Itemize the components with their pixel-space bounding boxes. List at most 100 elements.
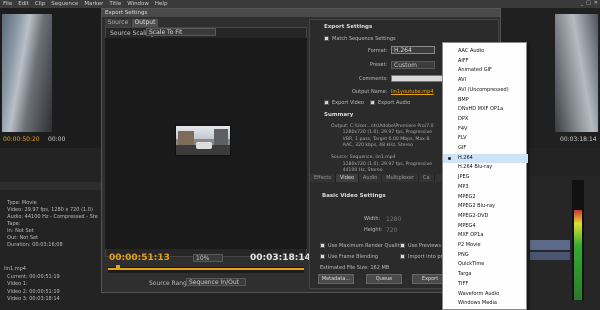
menu-bar: File Edit Clip Sequence Marker Title Window Hel…	[0, 0, 600, 8]
comments-field[interactable]	[391, 75, 443, 82]
format-option[interactable]: AVI	[443, 76, 528, 85]
format-option[interactable]: DPX	[443, 115, 528, 124]
format-option-label: Windows Media	[458, 300, 497, 307]
format-option[interactable]: MPEG2 Blu-ray	[443, 202, 528, 211]
output-name-label: Output Name:	[352, 89, 388, 95]
format-option-label: MXF OP1a	[458, 232, 484, 239]
tab-audio[interactable]: Audio	[359, 174, 383, 182]
basic-video-settings-heading[interactable]: Basic Video Settings	[322, 193, 386, 199]
menu-window[interactable]: Window	[127, 1, 149, 7]
zoom-select[interactable]: 10%	[193, 254, 223, 262]
format-option-label: H.264 Blu-ray	[458, 164, 493, 171]
format-option[interactable]: H.264 Blu-ray	[443, 163, 528, 172]
format-option[interactable]: FLV	[443, 134, 528, 143]
source-range-select[interactable]: Sequence In/Out	[186, 278, 246, 286]
format-option[interactable]: P2 Movie	[443, 241, 528, 250]
menu-sequence[interactable]: Sequence	[51, 1, 78, 7]
menu-clip[interactable]: Clip	[35, 1, 45, 7]
duration-timecode: 00:03:18:14	[250, 253, 311, 263]
output-name-link[interactable]: lin1youtube.mp4	[391, 89, 434, 95]
timeline-clip[interactable]	[530, 240, 570, 250]
format-option[interactable]: BMP	[443, 96, 528, 105]
format-label: Format:	[368, 48, 388, 54]
comments-label: Comments:	[359, 76, 388, 82]
format-option[interactable]: F4V	[443, 125, 528, 134]
width-label: Width:	[364, 216, 381, 222]
format-option-label: AVI	[458, 77, 466, 84]
tab-effects[interactable]: Effects	[310, 174, 336, 182]
format-option[interactable]: AAC Audio	[443, 47, 528, 56]
source-scaling-select[interactable]: Scale To Fit	[146, 28, 216, 36]
width-field[interactable]: 1280	[386, 216, 401, 223]
preset-label: Preset:	[370, 62, 388, 68]
format-option[interactable]: MPEG2-DVD	[443, 212, 528, 221]
metadata-button[interactable]: Metadata...	[318, 274, 354, 284]
tab-ca[interactable]: Ca	[419, 174, 435, 182]
current-timecode[interactable]: 00:00:51:13	[109, 253, 170, 263]
max-render-quality-checkbox[interactable]	[320, 243, 325, 248]
source-timecode-2: 00:00	[48, 136, 66, 143]
work-area-bar[interactable]	[108, 268, 304, 270]
format-select[interactable]: H.264	[391, 46, 435, 54]
program-timecode: 00:03:18:14	[560, 136, 597, 143]
tab-video[interactable]: Video	[336, 174, 360, 182]
max-render-quality-label: Use Maximum Render Quality	[328, 243, 403, 249]
export-settings-heading: Export Settings	[324, 24, 373, 30]
tab-multiplexer[interactable]: Multiplexer	[382, 174, 419, 182]
format-option[interactable]: DNxHD MXF OP1a	[443, 105, 528, 114]
close-icon[interactable]: ✕	[594, 0, 598, 8]
format-option-label: F4V	[458, 125, 468, 132]
preset-select[interactable]: Custom	[391, 61, 435, 69]
format-option-label: Targa	[458, 271, 472, 278]
import-into-project-checkbox[interactable]	[400, 254, 405, 259]
format-option[interactable]: MPEG2	[443, 193, 528, 202]
format-option[interactable]: AVI (Uncompressed)	[443, 86, 528, 95]
frame-blending-checkbox[interactable]	[320, 254, 325, 259]
format-option-label: DPX	[458, 115, 469, 122]
minimize-icon[interactable]: _	[581, 0, 584, 8]
menu-title[interactable]: Title	[109, 1, 121, 7]
format-option[interactable]: AIFF	[443, 57, 528, 66]
selected-bullet-icon	[448, 156, 451, 160]
format-option[interactable]: Windows Media	[443, 299, 528, 308]
use-previews-checkbox[interactable]	[400, 243, 405, 248]
export-video-checkbox[interactable]	[324, 98, 329, 105]
format-option[interactable]: GIF	[443, 144, 528, 153]
queue-button[interactable]: Queue	[366, 274, 402, 284]
export-audio-checkbox[interactable]	[370, 98, 375, 105]
menu-edit[interactable]: Edit	[18, 1, 29, 7]
use-previews-label: Use Previews	[408, 243, 441, 249]
window-controls: _ □ ✕	[581, 0, 598, 8]
playhead[interactable]	[115, 265, 120, 270]
format-option[interactable]: TIFF	[443, 280, 528, 289]
menu-file[interactable]: File	[3, 1, 12, 7]
format-option[interactable]: MP3	[443, 183, 528, 192]
format-option-label: GIF	[458, 145, 467, 151]
maximize-icon[interactable]: □	[586, 0, 591, 8]
format-option-label: MPEG2-DVD	[458, 212, 489, 219]
match-sequence-checkbox[interactable]	[324, 36, 329, 41]
format-option-label: DNxHD MXF OP1a	[458, 106, 504, 113]
format-option[interactable]: MXF OP1a	[443, 231, 528, 240]
format-option[interactable]: Animated GIF	[443, 66, 528, 75]
format-option-label: P2 Movie	[458, 242, 481, 248]
format-option[interactable]: JPEG	[443, 173, 528, 182]
format-option[interactable]: Targa	[443, 270, 528, 279]
format-option-label: JPEG	[458, 174, 470, 181]
format-option[interactable]: QuickTime	[443, 260, 528, 269]
tab-output[interactable]: Output	[132, 19, 158, 27]
match-sequence-label: Match Sequence Settings	[332, 36, 396, 42]
format-option[interactable]: MPEG4	[443, 222, 528, 231]
height-field[interactable]: 720	[386, 227, 397, 234]
format-option[interactable]: PNG	[443, 251, 528, 260]
format-option-label: MPEG2	[458, 193, 476, 200]
frame-blending-label: Use Frame Blending	[328, 254, 379, 260]
format-option[interactable]: Waveform Audio	[443, 290, 528, 299]
timeline-clip[interactable]	[530, 252, 570, 260]
project-panel-tabs[interactable]	[0, 182, 102, 190]
format-option[interactable]: H.264	[443, 153, 528, 163]
menu-marker[interactable]: Marker	[84, 1, 103, 7]
tab-source[interactable]: Source	[105, 19, 131, 27]
menu-help[interactable]: Help	[155, 1, 168, 7]
height-label: Height:	[364, 227, 383, 233]
